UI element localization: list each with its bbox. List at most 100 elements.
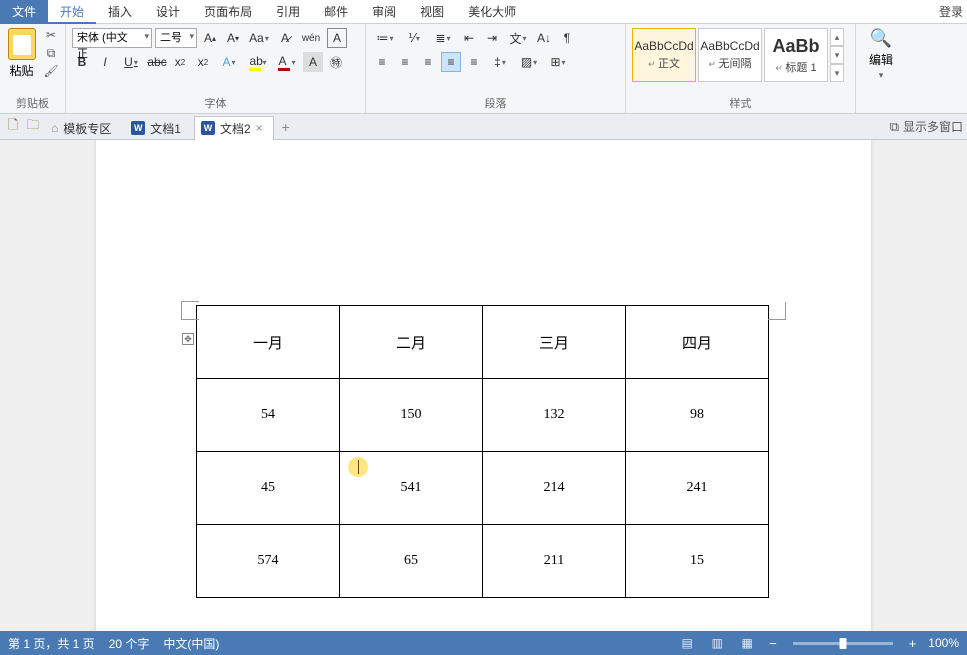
borders-button[interactable]: ⊞▾ (545, 52, 571, 72)
shrink-font-button[interactable]: A▾ (223, 28, 243, 48)
table-cell[interactable]: 241 (626, 452, 769, 525)
italic-button[interactable]: I (95, 52, 115, 72)
numbering-button[interactable]: ⅟▾ (401, 28, 427, 48)
style-normal[interactable]: AaBbCcDd 正文 (632, 28, 696, 82)
web-layout-button[interactable]: ▦ (737, 635, 757, 651)
login-link[interactable]: 登录 (939, 3, 967, 20)
open-folder-icon[interactable]: 🗀 (24, 118, 42, 136)
font-size-select[interactable]: 二号 (155, 28, 197, 48)
document-table[interactable]: 一月 二月 三月 四月 54 150 132 98 45 541 214 241… (196, 305, 769, 598)
menu-layout[interactable]: 页面布局 (192, 0, 264, 24)
copy-button[interactable]: ⧉ (43, 46, 59, 60)
enclose-char-button[interactable]: ㊕ (326, 52, 346, 72)
page-indicator[interactable]: 第 1 页，共 1 页 (8, 635, 95, 652)
new-blank-icon[interactable]: 🗋 (4, 118, 22, 136)
style-no-spacing[interactable]: AaBbCcDd 无间隔 (698, 28, 762, 82)
underline-button[interactable]: U▾ (118, 52, 144, 72)
table-cell[interactable]: 15 (626, 525, 769, 598)
strikethrough-button[interactable]: abc (147, 52, 167, 72)
document-area[interactable]: ✥ 一月 二月 三月 四月 54 150 132 98 45 541 214 2… (0, 140, 967, 631)
highlight-button[interactable]: ab▾ (245, 52, 271, 72)
line-spacing-button[interactable]: ‡▾ (487, 52, 513, 72)
styles-expand[interactable]: ▾ (830, 64, 844, 82)
language-indicator[interactable]: 中文(中国) (163, 635, 219, 652)
read-mode-button[interactable]: ▤ (677, 635, 697, 651)
change-case-button[interactable]: Aa▾ (246, 28, 272, 48)
bullets-button[interactable]: ≔▾ (372, 28, 398, 48)
font-color-button[interactable]: A▾ (274, 52, 300, 72)
sort-button[interactable]: A↓ (534, 28, 554, 48)
show-marks-button[interactable]: ¶ (557, 28, 577, 48)
font-name-select[interactable]: 宋体 (中文正 (72, 28, 152, 48)
increase-indent-button[interactable]: ⇥ (482, 28, 502, 48)
justify-button[interactable]: ≡ (441, 52, 461, 72)
edit-label[interactable]: 编辑 (869, 51, 893, 68)
zoom-level[interactable]: 100% (928, 636, 959, 650)
menu-review[interactable]: 审阅 (360, 0, 408, 24)
multiwin-icon[interactable]: ⧉ (890, 119, 899, 135)
menu-insert[interactable]: 插入 (96, 0, 144, 24)
table-cell[interactable]: 211 (483, 525, 626, 598)
page[interactable]: ✥ 一月 二月 三月 四月 54 150 132 98 45 541 214 2… (96, 140, 871, 631)
table-cell[interactable]: 三月 (483, 306, 626, 379)
table-cell[interactable]: 150 (340, 379, 483, 452)
word-count[interactable]: 20 个字 (109, 635, 150, 652)
cut-button[interactable]: ✂ (43, 28, 59, 42)
tab-templates[interactable]: ⌂ 模板专区 (44, 116, 122, 140)
multi-window-button[interactable]: 显示多窗口 (903, 118, 963, 135)
tab-doc1[interactable]: W 文档1 (124, 116, 192, 140)
distribute-button[interactable]: ≡ (464, 52, 484, 72)
text-direction-button[interactable]: 文▾ (505, 28, 531, 48)
table-cell[interactable]: 574 (197, 525, 340, 598)
menu-view[interactable]: 视图 (408, 0, 456, 24)
zoom-out-button[interactable]: − (767, 636, 779, 651)
zoom-slider[interactable] (793, 642, 893, 645)
table-cell[interactable]: 541 (340, 452, 483, 525)
styles-scroll-down[interactable]: ▾ (830, 46, 844, 64)
close-tab-button[interactable]: × (256, 121, 263, 135)
align-center-button[interactable]: ≡ (395, 52, 415, 72)
table-cell[interactable]: 65 (340, 525, 483, 598)
align-right-button[interactable]: ≡ (418, 52, 438, 72)
menu-design[interactable]: 设计 (144, 0, 192, 24)
zoom-in-button[interactable]: + (907, 636, 919, 651)
table-row[interactable]: 574 65 211 15 (197, 525, 769, 598)
superscript-button[interactable]: x2 (193, 52, 213, 72)
paste-button[interactable]: 粘贴 (6, 28, 37, 79)
subscript-button[interactable]: x2 (170, 52, 190, 72)
clear-formatting-button[interactable]: A̷ (275, 28, 295, 48)
table-cell[interactable]: 45 (197, 452, 340, 525)
edit-dropdown-icon[interactable]: ▾ (879, 70, 884, 81)
menu-beautify[interactable]: 美化大师 (456, 0, 528, 24)
table-cell[interactable]: 132 (483, 379, 626, 452)
menu-mailings[interactable]: 邮件 (312, 0, 360, 24)
print-layout-button[interactable]: ▥ (707, 635, 727, 651)
decrease-indent-button[interactable]: ⇤ (459, 28, 479, 48)
char-shading-button[interactable]: A (303, 52, 323, 72)
table-row[interactable]: 一月 二月 三月 四月 (197, 306, 769, 379)
menu-references[interactable]: 引用 (264, 0, 312, 24)
grow-font-button[interactable]: A▴ (200, 28, 220, 48)
table-cell[interactable]: 214 (483, 452, 626, 525)
menu-home[interactable]: 开始 (48, 0, 96, 24)
find-icon[interactable]: 🔍 (870, 28, 892, 49)
table-row[interactable]: 54 150 132 98 (197, 379, 769, 452)
tab-doc2[interactable]: W 文档2 × (194, 116, 274, 140)
table-cell[interactable]: 54 (197, 379, 340, 452)
table-cell[interactable]: 四月 (626, 306, 769, 379)
phonetic-guide-button[interactable]: wén (298, 28, 324, 48)
styles-scroll-up[interactable]: ▴ (830, 28, 844, 46)
text-effects-button[interactable]: A▾ (216, 52, 242, 72)
align-left-button[interactable]: ≡ (372, 52, 392, 72)
style-heading-1[interactable]: AaBb 标题 1 (764, 28, 828, 82)
table-move-handle[interactable]: ✥ (182, 333, 194, 345)
shading-button[interactable]: ▨▾ (516, 52, 542, 72)
table-cell[interactable]: 一月 (197, 306, 340, 379)
multilevel-list-button[interactable]: ≣▾ (430, 28, 456, 48)
new-tab-button[interactable]: + (276, 117, 296, 137)
table-row[interactable]: 45 541 214 241 (197, 452, 769, 525)
menu-file[interactable]: 文件 (0, 0, 48, 24)
format-painter-button[interactable]: 🖌 (43, 64, 59, 78)
char-border-button[interactable]: A (327, 28, 347, 48)
table-cell[interactable]: 二月 (340, 306, 483, 379)
